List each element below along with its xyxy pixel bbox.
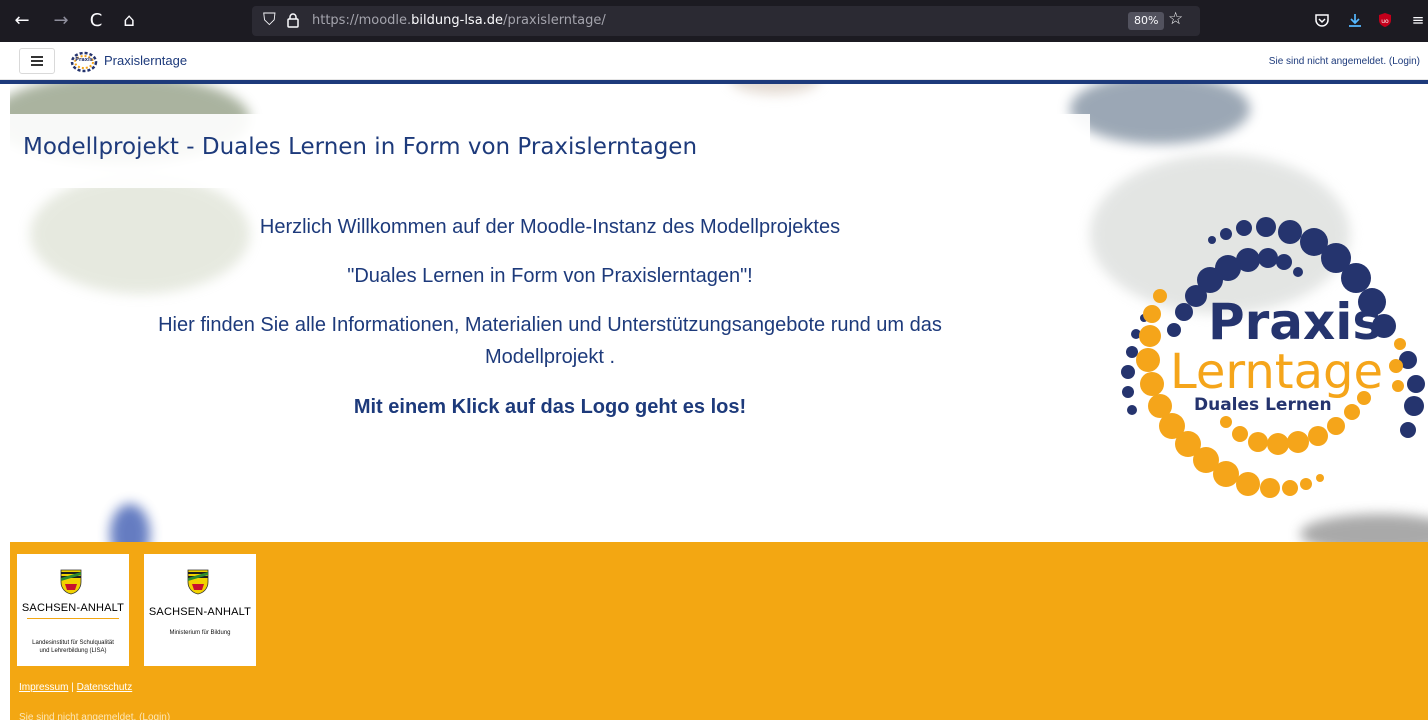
page-title: Modellprojekt - Duales Lernen in Form vo… — [23, 134, 698, 160]
background-photo-bottom-right — [1300, 514, 1428, 542]
footer-login-info[interactable]: Sie sind nicht angemeldet. (Login) — [19, 712, 170, 720]
url-text[interactable]: https://moodle.bildung-lsa.de/praxislern… — [312, 13, 606, 28]
background-photo-pen — [110, 504, 150, 542]
sponsor-logo-lisa[interactable]: SACHSEN-ANHALT Landesinstitut für Schulq… — [17, 554, 129, 666]
praxis-lerntage-logo[interactable]: Praxis Lerntage Duales Lernen — [1108, 212, 1428, 512]
sponsor-logo-ministerium[interactable]: SACHSEN-ANHALT Ministerium für Bildung — [144, 554, 256, 666]
home-icon[interactable]: ⌂ — [117, 8, 141, 32]
nav-drawer-button[interactable] — [19, 48, 55, 74]
logo-word-lerntage: Lerntage — [1170, 344, 1383, 400]
background-photo-object — [730, 84, 820, 94]
browser-toolbar: ← → C ⌂ ⛉ https://moodle.bildung-lsa.de/… — [0, 0, 1428, 42]
back-icon[interactable]: ← — [10, 8, 34, 32]
logo-tagline: Duales Lernen — [1194, 395, 1332, 415]
moodle-navbar: Praxis Praxislerntage Sie sind nicht ang… — [0, 42, 1428, 80]
url-prefix: https://moodle. — [312, 13, 412, 28]
pocket-icon[interactable] — [1310, 8, 1334, 32]
coat-of-arms-icon — [187, 569, 209, 595]
sponsor-1-divider — [27, 618, 119, 619]
info-line-1: Hier finden Sie alle Informationen, Mate… — [158, 314, 942, 336]
reload-icon[interactable]: C — [84, 8, 108, 32]
sponsor-1-state: SACHSEN-ANHALT — [21, 602, 125, 614]
svg-text:Praxis: Praxis — [75, 57, 92, 63]
page-footer: SACHSEN-ANHALT Landesinstitut für Schulq… — [10, 542, 1428, 720]
url-path: /praxislerntage/ — [503, 13, 606, 28]
datenschutz-link[interactable]: Datenschutz — [77, 682, 133, 693]
link-separator: | — [71, 682, 74, 693]
footer-links: Impressum | Datenschutz — [19, 682, 132, 693]
zoom-level-badge[interactable]: 80% — [1128, 12, 1165, 30]
bookmark-star-icon[interactable]: ☆ — [1168, 9, 1183, 29]
lock-icon[interactable] — [286, 12, 300, 32]
svg-text:uo: uo — [1381, 18, 1389, 25]
login-info-text[interactable]: Sie sind nicht angemeldet. (Login) — [1269, 56, 1420, 67]
site-logo[interactable]: Praxis — [70, 49, 98, 73]
download-icon[interactable] — [1343, 8, 1367, 32]
url-bar[interactable]: ⛉ https://moodle.bildung-lsa.de/praxisle… — [252, 6, 1200, 36]
site-name-link[interactable]: Praxislerntage — [104, 53, 187, 68]
welcome-line-1: Herzlich Willkommen auf der Moodle-Insta… — [259, 216, 841, 238]
sponsor-1-org-line-1: Landesinstitut für Schulqualität — [32, 640, 114, 646]
call-to-action: Mit einem Klick auf das Logo geht es los… — [353, 396, 747, 418]
logo-word-praxis: Praxis — [1208, 293, 1382, 351]
url-host: bildung-lsa.de — [411, 13, 504, 28]
hamburger-icon — [31, 56, 43, 66]
shield-icon[interactable]: ⛉ — [263, 10, 276, 30]
sponsor-2-state: SACHSEN-ANHALT — [148, 606, 252, 618]
coat-of-arms-icon — [60, 569, 82, 595]
sponsor-2-org-line-1: Ministerium für Bildung — [169, 630, 231, 636]
impressum-link[interactable]: Impressum — [19, 682, 68, 693]
info-line-2: Modellprojekt . — [484, 346, 616, 368]
sponsor-1-org-line-2: und Lehrerbildung (LISA) — [39, 648, 107, 654]
ublock-icon[interactable]: uo — [1373, 8, 1397, 32]
background-photo-keyboard — [1070, 84, 1250, 144]
app-menu-icon[interactable]: ≡ — [1406, 8, 1428, 32]
forward-icon[interactable]: → — [49, 8, 73, 32]
welcome-line-2: "Duales Lernen in Form von Praxislerntag… — [347, 265, 753, 287]
